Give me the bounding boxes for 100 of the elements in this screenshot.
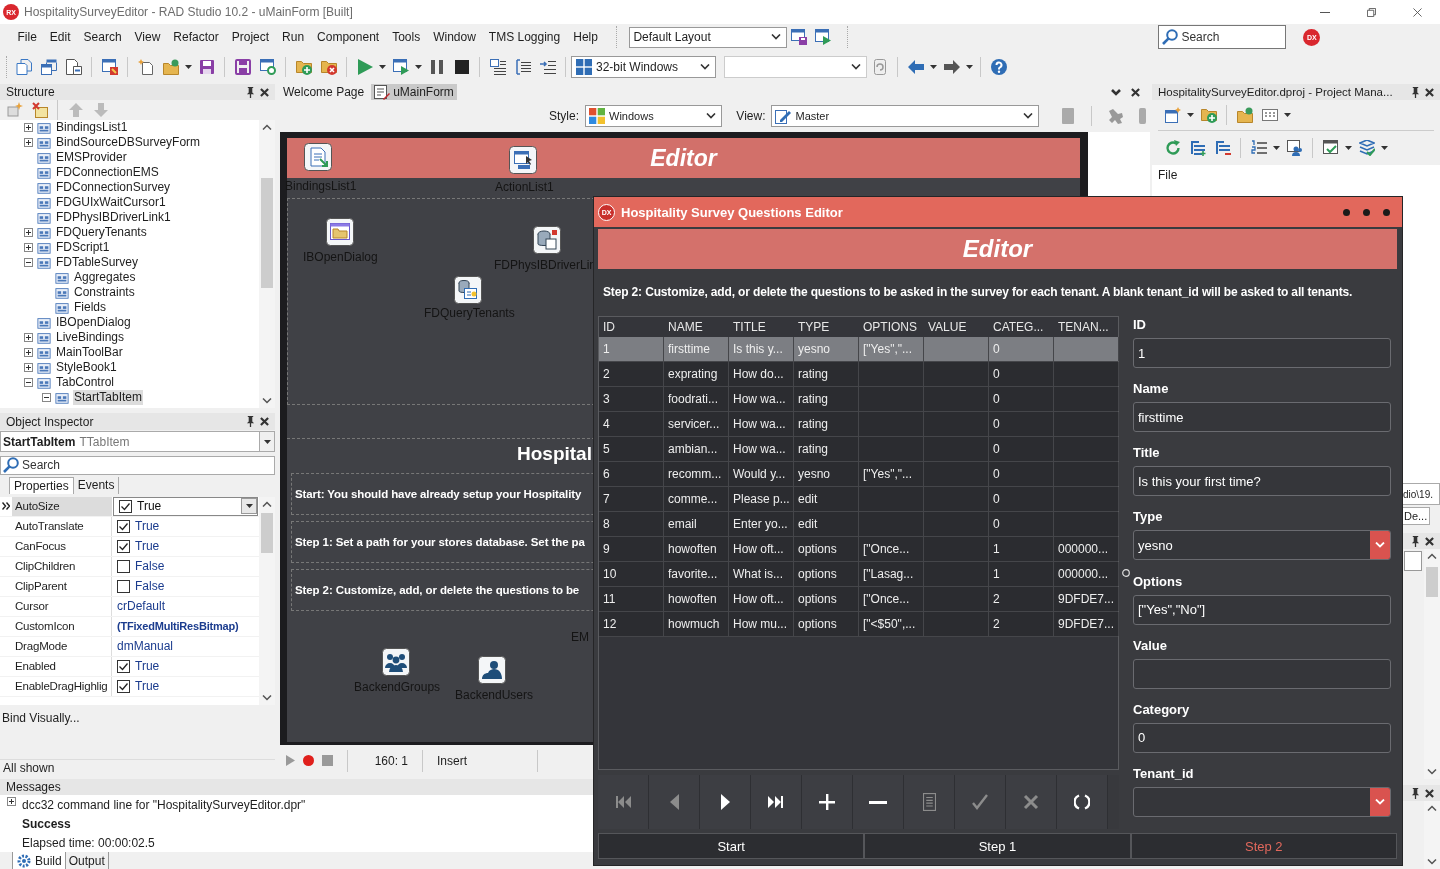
arrow-lines-icon[interactable] xyxy=(539,59,556,75)
editor-tab[interactable]: uMainForm xyxy=(371,84,457,100)
menu-item[interactable]: Help xyxy=(566,28,605,46)
folder-icon[interactable] xyxy=(1236,107,1253,123)
search-field[interactable]: Search xyxy=(1158,25,1287,49)
collapse-toggle[interactable] xyxy=(24,378,33,387)
numbered-list-icon[interactable] xyxy=(1250,140,1267,156)
dropdown-field[interactable] xyxy=(1133,786,1391,817)
bracket-lines-icon[interactable] xyxy=(514,59,531,75)
tree-item[interactable]: EMSProvider xyxy=(55,150,128,165)
grid-row[interactable]: 11 howoften How oft... options ["Once... 2 9DFDE7... xyxy=(599,587,1118,612)
pin-icon[interactable] xyxy=(1411,535,1420,547)
window-check-icon[interactable] xyxy=(1322,140,1339,156)
new-window-icon[interactable] xyxy=(1164,107,1181,123)
pause-icon[interactable] xyxy=(428,59,445,75)
property-name[interactable]: AutoSize xyxy=(12,496,112,516)
column-header[interactable]: VALUE xyxy=(924,317,989,337)
navigator-button[interactable] xyxy=(802,775,853,829)
caret-icon[interactable] xyxy=(1187,113,1194,117)
tree-item[interactable]: Fields xyxy=(73,300,107,315)
component-delete-icon[interactable] xyxy=(31,102,48,118)
window-dot-button[interactable] xyxy=(1363,208,1370,216)
tree-item[interactable]: StyleBook1 xyxy=(55,360,118,375)
folder-add-icon[interactable] xyxy=(295,59,312,75)
dropdown-button[interactable] xyxy=(1370,531,1390,560)
database-list-icon[interactable] xyxy=(454,276,482,304)
window-dot-button[interactable] xyxy=(1383,208,1390,216)
folder-icon[interactable] xyxy=(162,59,179,75)
tree-item[interactable]: LiveBindings xyxy=(55,330,126,345)
text-field[interactable] xyxy=(1133,658,1391,689)
tree-item[interactable]: FDQueryTenants xyxy=(55,225,148,240)
menu-item[interactable]: Run xyxy=(275,28,311,46)
tree-item[interactable]: FDTableSurvey xyxy=(55,255,140,270)
folder-window-icon[interactable] xyxy=(326,218,354,246)
navigator-button[interactable] xyxy=(700,775,751,829)
pages-icon[interactable] xyxy=(15,59,32,75)
windows-icon[interactable] xyxy=(40,59,57,75)
tree-item[interactable]: MainToolBar xyxy=(55,345,124,360)
column-header[interactable]: TITLE xyxy=(729,317,794,337)
caret-icon[interactable] xyxy=(1345,146,1352,150)
tree-item[interactable]: TabControl xyxy=(55,375,116,390)
close-icon[interactable] xyxy=(1131,87,1140,97)
checkbox[interactable] xyxy=(117,519,130,533)
input-field[interactable] xyxy=(1404,551,1422,571)
record-dot-icon[interactable] xyxy=(303,755,314,766)
property-name[interactable]: ClipChildren xyxy=(12,556,112,576)
checkbox[interactable] xyxy=(117,579,130,593)
refresh-icon[interactable] xyxy=(1164,140,1181,156)
tree-item[interactable]: IBOpenDialog xyxy=(55,315,132,330)
caret-icon[interactable] xyxy=(1284,113,1291,117)
grid-row[interactable]: 1 firsttime Is this y... yesno ["Yes","... 0 xyxy=(599,337,1118,362)
caret-icon[interactable] xyxy=(379,65,386,69)
text-field[interactable]: 1 xyxy=(1133,338,1391,368)
collapse-toggle[interactable] xyxy=(24,258,33,267)
navigator-button[interactable] xyxy=(751,775,802,829)
grid-row[interactable]: 4 servicer... How wa... rating 0 xyxy=(599,412,1118,437)
close-icon[interactable] xyxy=(1425,788,1434,798)
splitter-handle-icon[interactable] xyxy=(1122,569,1130,577)
tree-remove-icon[interactable] xyxy=(1214,140,1231,156)
page-swap-icon[interactable] xyxy=(65,59,82,75)
tree-item[interactable]: BindSourceDBSurveyForm xyxy=(55,135,202,150)
menu-item[interactable]: Window xyxy=(426,28,483,46)
close-icon[interactable] xyxy=(1425,87,1434,97)
menu-item[interactable]: Refactor xyxy=(166,28,226,46)
panel-tab[interactable]: De... xyxy=(1401,507,1431,525)
view-dropdown[interactable]: Master xyxy=(771,105,1039,127)
tree-item[interactable]: Aggregates xyxy=(73,270,137,285)
forward-arrow-icon[interactable] xyxy=(943,59,960,75)
caret-icon[interactable] xyxy=(415,65,422,69)
dropdown-field[interactable]: yesno xyxy=(1133,530,1391,561)
checkbox[interactable] xyxy=(117,679,130,693)
close-icon[interactable] xyxy=(260,87,269,97)
grid-row[interactable]: 2 exprating How do... rating 0 xyxy=(599,362,1118,387)
save-all-icon[interactable] xyxy=(234,59,251,75)
tree-item[interactable]: FDGUIxWaitCursor1 xyxy=(55,195,167,210)
new-file-icon[interactable] xyxy=(137,59,154,75)
grid-row[interactable]: 8 email Enter yo... edit 0 xyxy=(599,512,1118,537)
column-header[interactable]: TENAN... xyxy=(1054,317,1119,337)
scrollbar-thumb[interactable] xyxy=(1426,567,1438,597)
checkbox[interactable] xyxy=(117,559,130,573)
checkbox[interactable] xyxy=(117,539,130,553)
component-selector[interactable]: StartTabItem TTabItem xyxy=(0,431,275,452)
scrollbar[interactable] xyxy=(1424,549,1440,779)
layout-dropdown[interactable]: Default Layout xyxy=(629,26,788,48)
text-field[interactable]: firsttime xyxy=(1133,402,1391,433)
tree-item[interactable]: FDPhysIBDriverLink1 xyxy=(55,210,172,225)
menu-item[interactable]: Edit xyxy=(43,28,78,46)
stop-icon[interactable] xyxy=(453,59,470,75)
close-icon[interactable] xyxy=(1425,536,1434,546)
caret-icon[interactable] xyxy=(1381,146,1388,150)
pin-icon[interactable] xyxy=(246,86,255,98)
window-cursor-icon[interactable] xyxy=(509,146,537,174)
window-people-icon[interactable] xyxy=(1286,140,1303,156)
grid-row[interactable]: 12 howmuch How mu... options ["<$50",... 2 9DFDE7... xyxy=(599,612,1118,637)
text-field[interactable]: 0 xyxy=(1133,722,1391,753)
caret-icon[interactable] xyxy=(185,65,192,69)
property-name[interactable]: Cursor xyxy=(12,596,112,616)
scrollbar[interactable] xyxy=(1424,801,1440,869)
expand-toggle[interactable] xyxy=(24,348,33,357)
close-icon[interactable] xyxy=(260,417,269,426)
